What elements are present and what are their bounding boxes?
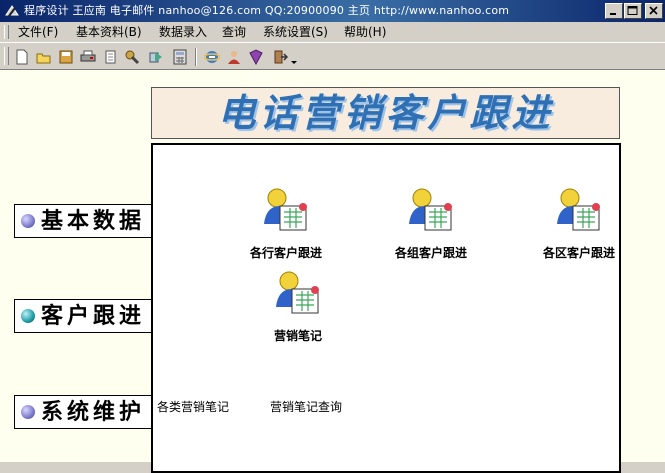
copy-icon bbox=[105, 50, 116, 64]
tile-branch-followup[interactable]: 各行客户跟进 bbox=[231, 184, 341, 261]
maximize-icon bbox=[627, 6, 638, 15]
nav-basic-data[interactable]: 基本数据 bbox=[14, 204, 151, 238]
tools-button[interactable] bbox=[122, 47, 142, 67]
nav-label: 系统维护 bbox=[41, 399, 146, 425]
exit-button[interactable] bbox=[270, 47, 290, 67]
app-icon bbox=[5, 5, 19, 17]
tile-district-followup[interactable]: 各区客户跟进 bbox=[524, 184, 634, 261]
copy-button[interactable] bbox=[100, 47, 120, 67]
tile-label: 各组客户跟进 bbox=[394, 246, 467, 260]
minimize-icon bbox=[610, 13, 616, 15]
calculator-button[interactable] bbox=[170, 47, 190, 67]
nav-bullet-icon bbox=[21, 405, 35, 419]
save-icon bbox=[59, 50, 73, 64]
banner-title: 电话营销客户跟进 bbox=[217, 90, 554, 135]
contacts-icon bbox=[553, 184, 605, 236]
open-button[interactable] bbox=[34, 47, 54, 67]
menu-bar: 文件(F) 基本资料(B) 数据录入 查询 系统设置(S) 帮助(H) bbox=[0, 22, 665, 42]
export-button[interactable] bbox=[146, 47, 166, 67]
nav-bullet-icon bbox=[21, 309, 35, 323]
menu-data-entry[interactable]: 数据录入 bbox=[157, 24, 209, 40]
app-banner: 电话营销客户跟进 bbox=[151, 87, 620, 139]
toolbar-grip[interactable] bbox=[4, 47, 9, 65]
tile-group-followup[interactable]: 各组客户跟进 bbox=[376, 184, 486, 261]
window-title: 程序设计 王应南 电子邮件 nanhoo@126.com QQ:20900090… bbox=[24, 4, 510, 17]
tile-marketing-notes[interactable]: 营销笔记 bbox=[243, 267, 353, 344]
new-icon bbox=[16, 49, 28, 65]
calculator-icon bbox=[173, 49, 187, 65]
print-icon bbox=[80, 50, 96, 62]
contacts-icon bbox=[405, 184, 457, 236]
menu-system-settings[interactable]: 系统设置(S) bbox=[261, 24, 330, 40]
chevron-down-icon bbox=[291, 61, 297, 64]
user-icon bbox=[228, 51, 240, 64]
toolbar bbox=[0, 42, 665, 70]
contacts-icon bbox=[260, 184, 312, 236]
save-button[interactable] bbox=[56, 47, 76, 67]
close-button[interactable] bbox=[645, 3, 663, 19]
user-button[interactable] bbox=[224, 47, 244, 67]
new-button[interactable] bbox=[12, 47, 32, 67]
open-icon bbox=[36, 53, 51, 64]
ie-button[interactable] bbox=[202, 47, 222, 67]
menu-file[interactable]: 文件(F) bbox=[16, 24, 60, 40]
link-all-marketing-notes[interactable]: 各类营销笔记 bbox=[157, 398, 229, 415]
nav-label: 基本数据 bbox=[41, 208, 146, 234]
print-button[interactable] bbox=[78, 47, 98, 67]
tools-icon bbox=[125, 50, 140, 65]
tile-label: 各区客户跟进 bbox=[542, 246, 615, 260]
nav-bullet-icon bbox=[21, 214, 35, 228]
ie-icon bbox=[204, 51, 220, 63]
menu-query[interactable]: 查询 bbox=[220, 24, 248, 40]
nav-customer-followup[interactable]: 客户跟进 bbox=[14, 299, 151, 333]
menu-grip[interactable] bbox=[4, 25, 9, 39]
menu-basic-data[interactable]: 基本资料(B) bbox=[74, 24, 144, 40]
nav-system-maintenance[interactable]: 系统维护 bbox=[14, 395, 151, 429]
tile-label: 营销笔记 bbox=[273, 329, 322, 343]
exit-icon bbox=[274, 50, 288, 64]
book-button[interactable] bbox=[246, 47, 266, 67]
book-icon bbox=[249, 49, 263, 65]
title-bar: 程序设计 王应南 电子邮件 nanhoo@126.com QQ:20900090… bbox=[0, 0, 665, 22]
link-marketing-notes-query[interactable]: 营销笔记查询 bbox=[270, 398, 342, 415]
menu-help[interactable]: 帮助(H) bbox=[342, 24, 388, 40]
nav-label: 客户跟进 bbox=[41, 303, 146, 329]
close-icon bbox=[649, 6, 658, 15]
toolbar-overflow-button[interactable] bbox=[289, 47, 299, 67]
export-icon bbox=[149, 52, 162, 63]
toolbar-separator bbox=[195, 48, 197, 66]
contacts-icon bbox=[272, 267, 324, 319]
tile-label: 各行客户跟进 bbox=[249, 246, 322, 260]
maximize-button[interactable] bbox=[624, 3, 642, 19]
minimize-button[interactable] bbox=[605, 3, 623, 19]
